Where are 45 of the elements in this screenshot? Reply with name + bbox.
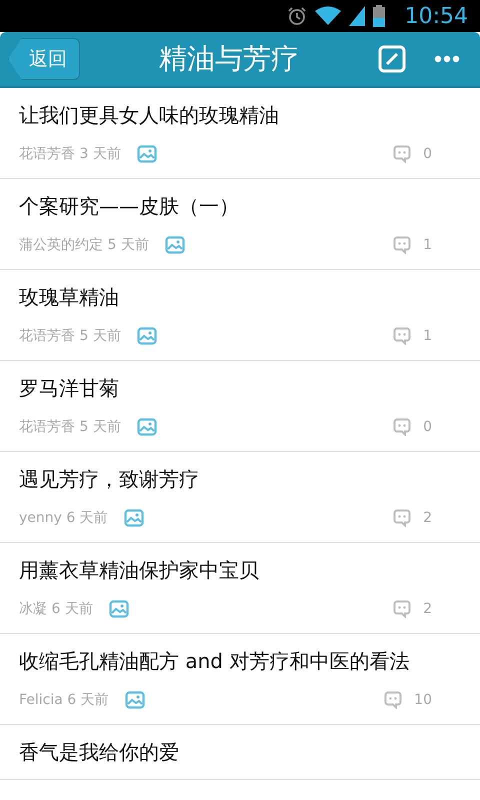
post-title: 收缩毛孔精油配方 and 对芳疗和中医的看法: [19, 648, 410, 675]
post-item[interactable]: 让我们更具女人味的玫瑰精油 花语芳香 3 天前 0: [0, 88, 480, 179]
comment-count: 1: [423, 236, 432, 254]
comment-icon: [393, 236, 412, 254]
edit-icon[interactable]: [378, 45, 406, 73]
post-item[interactable]: 香气是我给你的爱: [0, 725, 480, 780]
post-title: 香气是我给你的爱: [19, 739, 180, 766]
post-title: 用薰衣草精油保护家中宝贝: [19, 557, 260, 584]
comment-icon: [393, 327, 412, 345]
comment-icon: [393, 418, 412, 436]
post-meta: 花语芳香 5 天前: [19, 326, 121, 346]
page-title: 精油与芳疗: [158, 41, 300, 77]
post-title: 让我们更具女人味的玫瑰精油: [19, 102, 280, 129]
post-title: 玫瑰草精油: [19, 284, 120, 311]
post-item[interactable]: 用薰衣草精油保护家中宝贝 冰凝 6 天前 2: [0, 543, 480, 634]
status-time: 10:54: [404, 2, 468, 30]
battery-icon: [372, 5, 385, 27]
post-meta: 蒲公英的约定 5 天前: [19, 236, 149, 254]
comment-icon: [393, 145, 412, 163]
post-item[interactable]: 收缩毛孔精油配方 and 对芳疗和中医的看法 Felicia 6 天前 10: [0, 634, 480, 725]
post-meta: Felicia 6 天前: [19, 690, 109, 710]
post-item[interactable]: 罗马洋甘菊 花语芳香 5 天前 0: [0, 361, 480, 452]
post-meta: 花语芳香 3 天前: [19, 144, 121, 164]
alarm-icon: [286, 6, 307, 26]
comment-count: 2: [423, 600, 432, 618]
post-title: 遇见芳疗，致谢芳疗: [19, 466, 200, 493]
post-item[interactable]: 玫瑰草精油 花语芳香 5 天前 1: [0, 270, 480, 361]
comment-count: 1: [423, 326, 432, 346]
comment-count: 0: [423, 144, 432, 164]
comment-icon: [393, 509, 412, 527]
comment-icon: [384, 691, 402, 709]
post-meta: 冰凝 6 天前: [19, 600, 93, 618]
post-meta: yenny 6 天前: [19, 508, 108, 528]
comment-count: 2: [423, 508, 432, 528]
comment-count: 0: [423, 418, 432, 436]
post-meta: 花语芳香 5 天前: [19, 418, 121, 436]
wifi-icon: [314, 6, 341, 26]
more-icon[interactable]: [434, 55, 460, 63]
post-item[interactable]: 遇见芳疗，致谢芳疗 yenny 6 天前 2: [0, 452, 480, 543]
signal-icon: [348, 6, 365, 26]
post-title: 罗马洋甘菊: [19, 375, 120, 402]
post-item[interactable]: 个案研究——皮肤（一） 蒲公英的约定 5 天前 1: [0, 179, 480, 270]
comment-icon: [393, 600, 412, 618]
comment-count: 10: [414, 690, 432, 710]
post-title: 个案研究——皮肤（一）: [19, 193, 240, 220]
